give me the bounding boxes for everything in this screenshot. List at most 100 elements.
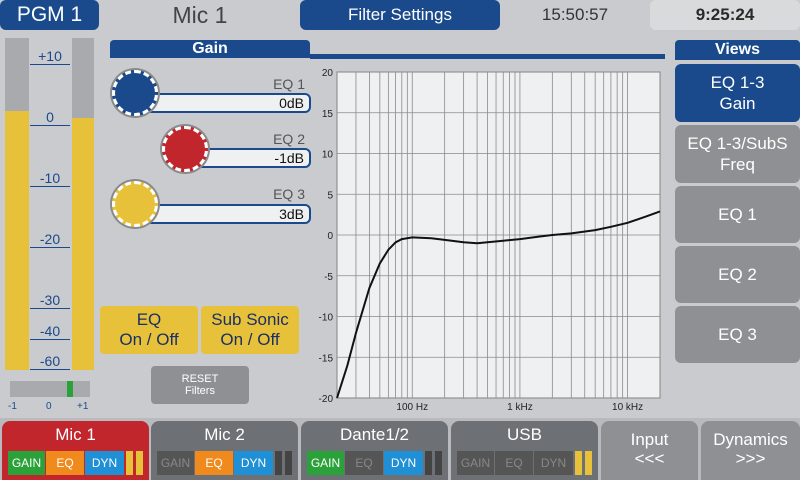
eq2-value[interactable]: -1dB	[190, 148, 311, 168]
channel-level-bar	[425, 451, 432, 475]
reset-filters-button[interactable]: RESET Filters	[151, 366, 249, 404]
channel-level-bar	[285, 451, 292, 475]
channel-tag: DYN	[85, 451, 124, 475]
channel-level-bar	[136, 451, 143, 475]
view-label: EQ 1-3	[710, 73, 765, 92]
y-tick-label: 15	[322, 109, 334, 120]
meter-left	[5, 38, 29, 370]
gain-header-rule	[310, 54, 665, 59]
channel-tag: DYN	[234, 451, 273, 475]
balance-indicator	[67, 381, 73, 397]
y-tick-label: -20	[319, 394, 334, 405]
channel-title: Mic 1	[172, 1, 228, 28]
channel-tag: GAIN	[457, 451, 494, 475]
meter-scale-label: -40	[39, 323, 61, 339]
channel-tab[interactable]: Dante1/2 GAIN EQ DYN	[301, 421, 448, 480]
meter-scale-label: -10	[39, 170, 61, 186]
balance-scale: -1 0 +1	[5, 401, 95, 413]
view-label: EQ 2	[718, 265, 757, 284]
clock-runtime: 9:25:24	[650, 0, 800, 30]
channel-tag: DYN	[384, 451, 423, 475]
eq1-label: EQ 1	[273, 76, 305, 92]
y-tick-label: -5	[324, 272, 333, 283]
y-tick-label: 5	[327, 190, 333, 201]
balance-label: +1	[77, 401, 89, 412]
meter-scale-label: 0	[46, 109, 54, 125]
input-nav-button[interactable]: Input <<<	[601, 421, 698, 480]
channel-tab-label: USB	[507, 425, 542, 444]
view-eq13-subs-freq-button[interactable]: EQ 1-3/SubS Freq	[675, 125, 800, 183]
subsonic-toggle-button[interactable]: Sub Sonic On / Off	[201, 306, 299, 354]
gain-header: Gain	[110, 40, 310, 58]
subsonic-toggle-label: Sub Sonic	[211, 310, 289, 329]
y-tick-label: 0	[327, 231, 333, 242]
channel-tab-label: Mic 2	[204, 425, 245, 444]
reset-label: RESET	[181, 373, 219, 385]
eq-toggle-label: EQ	[136, 310, 162, 329]
dynamics-nav-arrows: >>>	[735, 449, 766, 468]
eq-toggle-button[interactable]: EQ On / Off	[100, 306, 198, 354]
x-tick-label: 10 kHz	[612, 402, 643, 413]
meter-left-fill	[5, 111, 29, 370]
channel-tab-label: Mic 1	[55, 425, 96, 444]
channel-tag: GAIN	[8, 451, 45, 475]
channel-tab[interactable]: USB GAIN EQ DYN	[451, 421, 598, 480]
meter-scale-label: -20	[39, 231, 61, 247]
view-label: EQ 3	[718, 325, 757, 344]
y-tick-label: 20	[322, 68, 334, 79]
eq1-knob[interactable]	[112, 70, 158, 116]
channel-tag: GAIN	[307, 451, 344, 475]
balance-label: 0	[46, 401, 52, 412]
eq3-value[interactable]: 3dB	[140, 204, 311, 224]
input-nav-arrows: <<<	[634, 449, 665, 468]
y-tick-label: 10	[322, 150, 334, 161]
meter-right-fill	[72, 117, 94, 370]
view-label: EQ 1-3/SubS	[687, 134, 788, 153]
channel-level-bar	[585, 451, 592, 475]
view-sublabel: Freq	[720, 155, 755, 174]
dynamics-nav-label: Dynamics	[713, 430, 788, 449]
channel-level-bar	[575, 451, 582, 475]
view-eq13-gain-button[interactable]: EQ 1-3 Gain	[675, 64, 800, 122]
subsonic-toggle-sublabel: On / Off	[220, 330, 280, 349]
view-label: EQ 1	[718, 205, 757, 224]
meter-scale: +10 0 -10 -20 -30 -40 -60	[30, 40, 70, 370]
channel-tag: EQ	[495, 451, 533, 475]
channel-level-bar	[435, 451, 442, 475]
eq3-knob[interactable]	[112, 181, 158, 227]
input-nav-label: Input	[630, 430, 669, 449]
channel-tab-label: Dante1/2	[340, 425, 409, 444]
channel-level-bar	[126, 451, 133, 475]
views-header: Views	[675, 40, 800, 60]
eq1-value[interactable]: 0dB	[140, 93, 311, 113]
dynamics-nav-button[interactable]: Dynamics >>>	[701, 421, 800, 480]
channel-tag: EQ	[195, 451, 233, 475]
meter-scale-label: -30	[39, 292, 61, 308]
channel-tag: DYN	[534, 451, 573, 475]
eq-toggle-sublabel: On / Off	[119, 330, 179, 349]
view-eq1-button[interactable]: EQ 1	[675, 186, 800, 243]
meter-right	[72, 38, 94, 370]
channel-tag: GAIN	[157, 451, 194, 475]
channel-tab[interactable]: Mic 1 GAIN EQ DYN	[2, 421, 149, 480]
eq2-label: EQ 2	[273, 131, 305, 147]
clock-time: 15:50:57	[541, 5, 609, 24]
balance-meter	[10, 381, 90, 397]
y-tick-label: -10	[319, 313, 334, 324]
view-sublabel: Gain	[719, 94, 756, 113]
program-badge: PGM 1	[0, 0, 99, 30]
channel-tag: EQ	[46, 451, 84, 475]
eq3-label: EQ 3	[273, 186, 305, 202]
channel-tag: EQ	[345, 451, 383, 475]
reset-sublabel: Filters	[185, 385, 215, 397]
channel-level-bar	[275, 451, 282, 475]
view-eq3-button[interactable]: EQ 3	[675, 306, 800, 363]
page-title: Filter Settings	[300, 0, 500, 30]
balance-label: -1	[8, 401, 17, 412]
channel-tab[interactable]: Mic 2 GAIN EQ DYN	[151, 421, 298, 480]
x-tick-label: 100 Hz	[396, 402, 428, 413]
view-eq2-button[interactable]: EQ 2	[675, 246, 800, 303]
eq-response-chart: 20 15 10 5 0 -5 -10 -15 -20 100 Hz 1 kHz 10 kHz	[319, 68, 661, 413]
eq2-knob[interactable]	[162, 126, 208, 172]
meter-scale-label: +10	[38, 48, 62, 64]
